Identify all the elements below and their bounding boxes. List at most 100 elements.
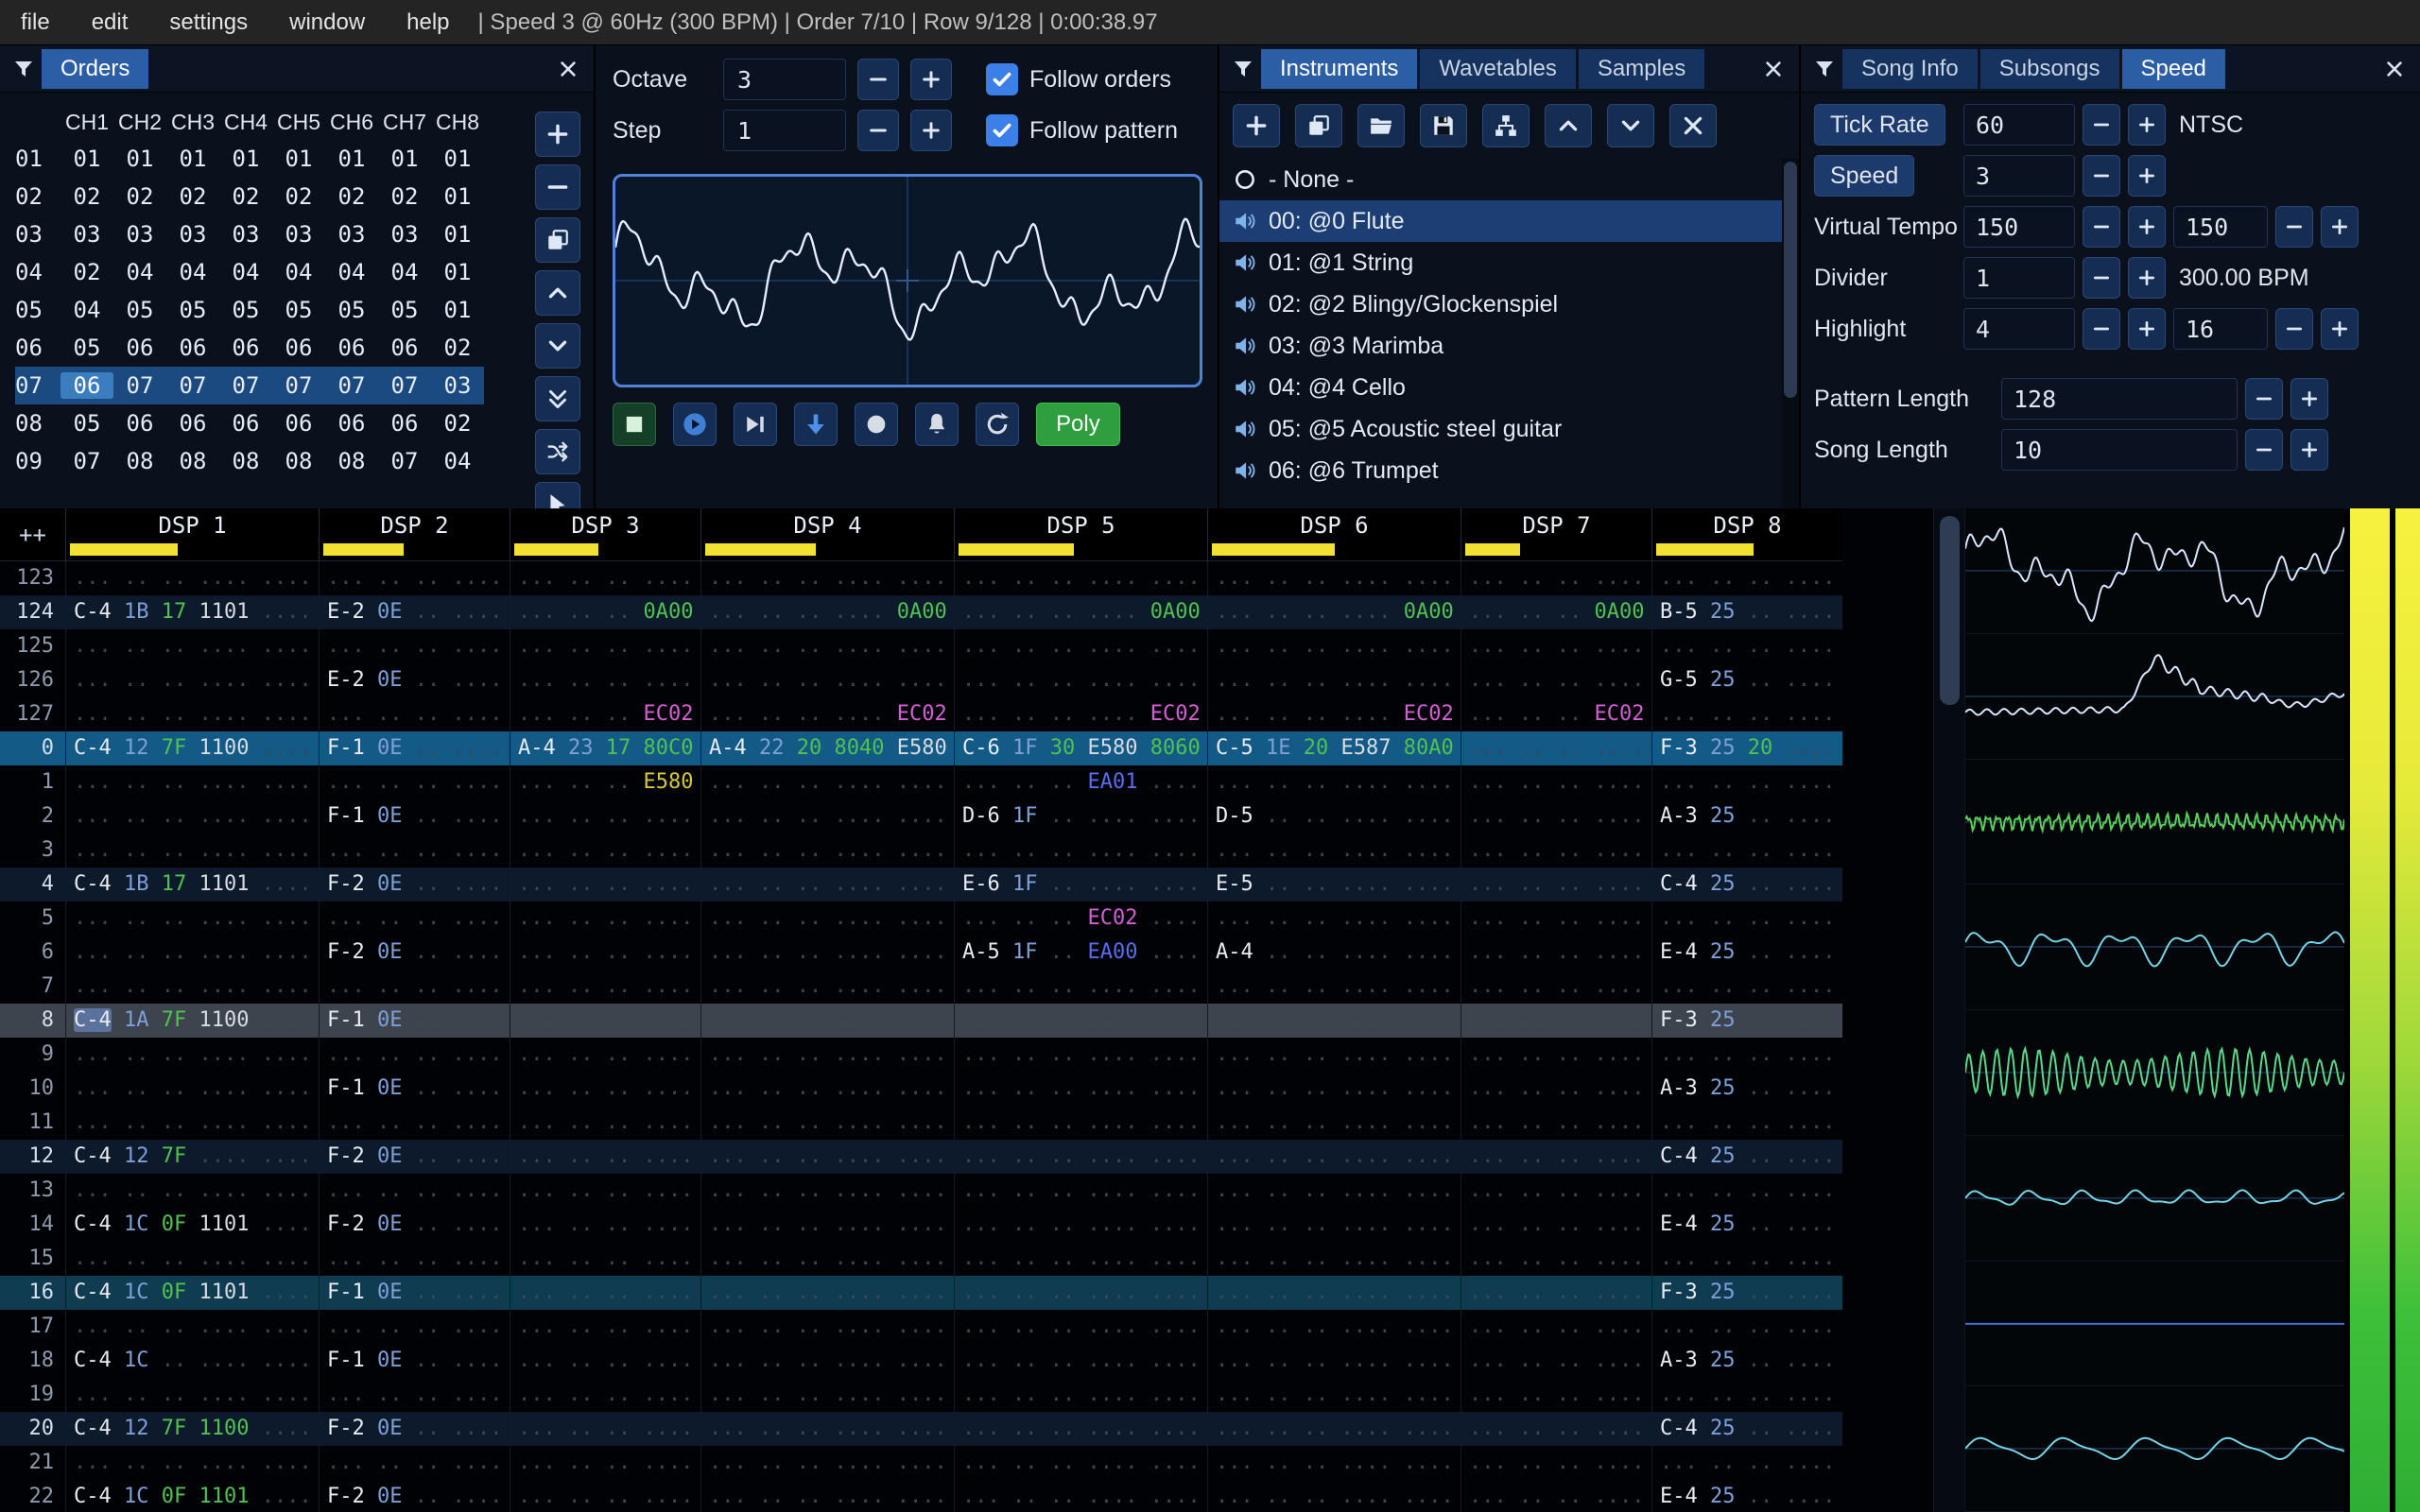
octave-decrease-button[interactable] [857,59,899,100]
duplicate-order-end-button[interactable] [535,376,580,421]
pattern-cell[interactable]: ... .. .. .... [1651,1038,1842,1072]
pattern-cell[interactable]: ... .. .. .... [1651,1310,1842,1344]
pattern-cell[interactable]: C-4 1C 0F 1101 .... [65,1480,319,1512]
pattern-cell[interactable]: ... .. .. .... EC02 [1207,697,1461,731]
pattern-cell[interactable]: ... .. .. .... .... [1207,970,1461,1004]
pattern-cell[interactable]: ... .. .. .... [510,1344,700,1378]
order-cell[interactable]: 04 [219,259,272,285]
highlight-decrease-button[interactable] [2083,308,2120,350]
pattern-cell[interactable]: ... .. .. .... .... [700,629,954,663]
order-cell[interactable]: 08 [272,448,325,474]
order-cell[interactable]: 02 [166,183,219,210]
order-cell[interactable]: 07 [378,372,431,399]
order-cell[interactable]: 01 [378,146,431,172]
pattern-cell[interactable]: ... .. .. .... .... [700,1378,954,1412]
pattern-cell[interactable]: ... .. .. .... [510,1106,700,1140]
pattern-cell[interactable]: ... .. .. .... .... [1207,1310,1461,1344]
pattern-cell[interactable]: ... .. .. .... [1461,731,1651,765]
pattern-cell[interactable]: ... .. .. .... [1651,765,1842,799]
organize-instruments-button[interactable] [1482,104,1530,147]
pattern-cell[interactable]: C-6 1F 30 E580 8060 [954,731,1207,765]
pattern-cell[interactable]: ... .. .. .... .... [700,936,954,970]
order-cell[interactable]: 01 [431,297,484,323]
pattern-cell[interactable]: ... .. .. .... .... [1207,1446,1461,1480]
tab-orders[interactable]: Orders [42,48,149,89]
order-row[interactable]: 06 05 06 06 06 06 06 06 02 [15,329,484,367]
order-cell[interactable]: 06 [113,335,166,361]
poly-mode-button[interactable]: Poly [1036,403,1120,446]
play-pattern-button[interactable] [734,403,777,446]
virtual-tempo-input[interactable]: 150 [2173,206,2268,248]
pattern-cell[interactable]: ... .. .. .... [1461,1480,1651,1512]
song-length-decrease-button[interactable] [2245,429,2283,471]
pattern-cell[interactable]: ... .. .. .... .... [1207,663,1461,697]
pattern-cell[interactable]: ... .. .. .... .... [65,1072,319,1106]
order-cell[interactable]: 07 [113,372,166,399]
pattern-cell[interactable]: ... .. .. .... .... [954,1106,1207,1140]
order-row[interactable]: 04 02 04 04 04 04 04 04 01 [15,253,484,291]
tab-wavetables[interactable]: Wavetables [1420,48,1576,89]
order-cell[interactable]: 01 [325,146,378,172]
order-cell[interactable]: 06 [272,335,325,361]
pattern-cell[interactable]: ... .. .. .... .... [700,1412,954,1446]
add-instrument-button[interactable] [1233,104,1280,147]
pattern-cell[interactable]: ... .. .. .... .... [700,1276,954,1310]
order-cell[interactable]: 05 [378,297,431,323]
pattern-cell[interactable]: A-3 25 .. .... [1651,799,1842,833]
pattern-cell[interactable]: ... .. .. .... [510,1242,700,1276]
follow-orders-checkbox[interactable]: Follow orders [986,63,1171,95]
pattern-cell[interactable]: ... .. .. .... .... [954,970,1207,1004]
pattern-cell[interactable]: ... .. .. .... [1461,833,1651,868]
pattern-cell[interactable]: ... .. .. EC02 [510,697,700,731]
record-button[interactable] [855,403,898,446]
order-cell[interactable]: 04 [272,259,325,285]
pattern-cell[interactable]: ... .. .. .... [319,1174,510,1208]
pattern-cell[interactable]: A-4 22 20 8040 E580 [700,731,954,765]
channel-header[interactable]: DSP 8 [1651,508,1842,560]
pattern-cell[interactable]: ... .. .. .... [510,799,700,833]
add-order-button[interactable] [535,112,580,157]
pattern-cell[interactable]: ... .. .. EC02 .... [954,902,1207,936]
pattern-cell[interactable]: ... .. .. .... .... [700,663,954,697]
virtual-tempo-decrease-button[interactable] [2083,206,2120,248]
order-cell[interactable]: 03 [378,221,431,248]
pattern-cell[interactable]: ... .. .. .... .... [65,561,319,595]
pattern-cell[interactable]: ... .. .. .... [510,1310,700,1344]
pattern-cell[interactable]: ... .. .. .... .... [700,1242,954,1276]
pattern-cell[interactable]: ... .. .. .... .... [65,663,319,697]
pattern-cell[interactable]: ... .. .. .... [1461,799,1651,833]
pattern-cell[interactable]: F-1 0E .. .... [319,1072,510,1106]
order-cell[interactable]: 06 [378,335,431,361]
pattern-cell[interactable]: ... .. .. .... .... [65,936,319,970]
pattern-cell[interactable]: ... .. .. .... [1651,1106,1842,1140]
pattern-cell[interactable]: ... .. .. .... [510,1412,700,1446]
pattern-cell[interactable]: ... .. .. .... .... [65,1310,319,1344]
pattern-cell[interactable]: ... .. .. .... .... [1207,1344,1461,1378]
pattern-cell[interactable]: A-4 23 17 80C0 [510,731,700,765]
speed-input[interactable]: 3 [1963,155,2075,197]
remove-order-button[interactable] [535,164,580,210]
pattern-cell[interactable]: ... .. .. .... .... [954,663,1207,697]
order-cell[interactable]: 02 [431,335,484,361]
order-cell[interactable]: 07 [378,448,431,474]
pattern-cell[interactable]: ... .. .. .... [319,970,510,1004]
tick-rate-decrease-button[interactable] [2083,104,2120,146]
pattern-cell[interactable]: ... .. .. .... .... [65,833,319,868]
pattern-cell[interactable]: ... .. .. .... [1461,1106,1651,1140]
pattern-cell[interactable]: F-3 25 .. .... [1651,1276,1842,1310]
tab-speed[interactable]: Speed [2121,48,2225,89]
pattern-cell[interactable]: ... .. .. .... .... [65,1174,319,1208]
pattern-cell[interactable]: B-5 25 .. .... [1651,595,1842,629]
metronome-button[interactable] [915,403,959,446]
pattern-cell[interactable]: ... .. .. .... .... [700,765,954,799]
order-row[interactable]: 01 01 01 01 01 01 01 01 01 [15,140,484,178]
order-row[interactable]: 05 04 05 05 05 05 05 05 01 [15,291,484,329]
order-cell[interactable]: 03 [325,221,378,248]
pattern-cell[interactable]: ... .. .. E580 [510,765,700,799]
channel-header[interactable]: DSP 2 [319,508,510,560]
pattern-cell[interactable]: ... .. .. 0A00 [1461,595,1651,629]
order-cell[interactable]: 04 [113,259,166,285]
pattern-cell[interactable]: ... .. .. .... [1461,1242,1651,1276]
pattern-cell[interactable]: ... .. .. .... [1461,970,1651,1004]
pattern-cell[interactable]: ... .. .. .... 0A00 [1207,595,1461,629]
